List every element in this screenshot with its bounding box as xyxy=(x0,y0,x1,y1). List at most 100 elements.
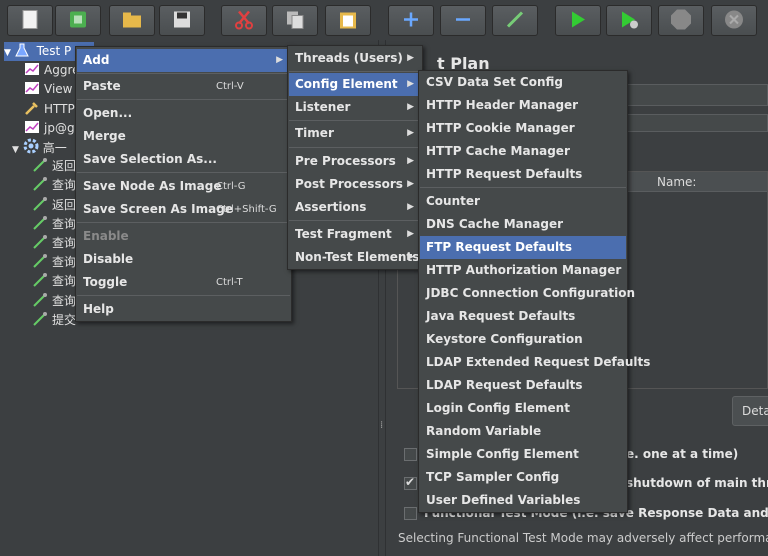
menu-item-label: Enable xyxy=(83,229,129,243)
divider-grip-icon[interactable]: ⁞ xyxy=(380,420,384,436)
teardown-label: shutdown of main threads xyxy=(626,476,768,490)
menu-item-random-variable[interactable]: Random Variable xyxy=(420,420,626,443)
tree-item[interactable]: 返回 xyxy=(32,196,76,215)
pipette-icon xyxy=(32,196,48,211)
menu-item-java-request-defaults[interactable]: Java Request Defaults xyxy=(420,305,626,328)
shortcut-label: Ctrl-V xyxy=(216,81,244,92)
menu-item-save-node-as-image[interactable]: Save Node As Image Ctrl-G xyxy=(77,175,290,198)
submenu-arrow-icon: ▶ xyxy=(407,202,414,212)
menu-separator xyxy=(77,172,290,173)
menu-item-listener[interactable]: Listener ▶ xyxy=(289,96,421,119)
tree-item[interactable]: ▼ 高一 xyxy=(12,138,67,157)
templates-button[interactable] xyxy=(55,5,101,36)
tree-item-label: 查询 xyxy=(52,216,77,231)
tree-item[interactable]: View xyxy=(24,80,72,99)
tree-item[interactable]: 查询 xyxy=(32,292,76,311)
expand-toggle-icon[interactable]: ▼ xyxy=(4,48,11,58)
tree-item[interactable]: 返回 xyxy=(32,157,76,176)
menu-item-http-authorization-manager[interactable]: HTTP Authorization Manager xyxy=(420,259,626,282)
open-button[interactable] xyxy=(109,5,155,36)
menu-item-simple-config-element[interactable]: Simple Config Element xyxy=(420,443,626,466)
menu-item-http-request-defaults[interactable]: HTTP Request Defaults xyxy=(420,163,626,186)
menu-item-keystore-configuration[interactable]: Keystore Configuration xyxy=(420,328,626,351)
menu-item-label: Save Node As Image xyxy=(83,179,222,193)
tree-item[interactable]: Aggre xyxy=(24,61,80,80)
menu-item-disable[interactable]: Disable xyxy=(77,248,290,271)
tree-item[interactable]: 查询 xyxy=(32,272,76,291)
save-button[interactable] xyxy=(159,5,205,36)
pipette-icon xyxy=(32,254,48,268)
stop-button[interactable] xyxy=(658,5,704,36)
menu-item-csv-data-set-config[interactable]: CSV Data Set Config xyxy=(420,71,626,94)
run-consecutively-label: e. one at a time) xyxy=(626,447,739,461)
menu-item-add[interactable]: Add ▶ xyxy=(77,49,290,72)
menu-item-toggle[interactable]: Toggle Ctrl-T xyxy=(77,271,290,294)
menu-item-dns-cache-manager[interactable]: DNS Cache Manager xyxy=(420,213,626,236)
tree-item[interactable]: jp@g xyxy=(24,119,75,138)
menu-item-http-cache-manager[interactable]: HTTP Cache Manager xyxy=(420,140,626,163)
menu-item-help[interactable]: Help xyxy=(77,298,290,321)
menu-item-config-element[interactable]: Config Element ▶ xyxy=(289,73,421,96)
menu-item-http-header-manager[interactable]: HTTP Header Manager xyxy=(420,94,626,117)
teardown-checkbox[interactable]: ✔ xyxy=(404,475,417,490)
menu-item-threads-users[interactable]: Threads (Users) ▶ xyxy=(289,47,421,70)
tree-item[interactable]: 查询 xyxy=(32,234,76,253)
menu-item-ldap-extended-request-defaults[interactable]: LDAP Extended Request Defaults xyxy=(420,351,650,374)
menu-item-open[interactable]: Open... xyxy=(77,102,290,125)
menu-item-post-processors[interactable]: Post Processors ▶ xyxy=(289,173,421,196)
menu-item-label: Paste xyxy=(83,79,121,93)
cut-button[interactable] xyxy=(221,5,267,36)
menu-item-login-config-element[interactable]: Login Config Element xyxy=(420,397,626,420)
menu-separator xyxy=(77,73,290,74)
run-consecutively-checkbox[interactable] xyxy=(404,448,417,461)
menu-item-label: Config Element xyxy=(295,77,398,91)
new-button[interactable] xyxy=(7,5,53,36)
menu-item-counter[interactable]: Counter xyxy=(420,190,626,213)
tree-item[interactable]: 查询 xyxy=(32,176,76,195)
menu-item-label: Post Processors xyxy=(295,177,403,191)
paste-button[interactable] xyxy=(325,5,371,36)
menu-item-merge[interactable]: Merge xyxy=(77,125,290,148)
menu-item-ldap-request-defaults[interactable]: LDAP Request Defaults xyxy=(420,374,626,397)
menu-item-timer[interactable]: Timer ▶ xyxy=(289,122,421,145)
tree-item[interactable]: 查询 xyxy=(32,253,76,272)
shutdown-button[interactable] xyxy=(711,5,757,36)
pipette-icon xyxy=(32,273,48,288)
menu-item-label: Merge xyxy=(83,129,126,143)
menu-item-jdbc-connection-configuration[interactable]: JDBC Connection Configuration xyxy=(420,282,635,305)
submenu-arrow-icon: ▶ xyxy=(407,252,414,262)
tree-item[interactable]: 提交 xyxy=(32,311,76,330)
toggle-icon xyxy=(505,9,525,32)
menu-item-ftp-request-defaults[interactable]: FTP Request Defaults xyxy=(420,236,626,259)
stop-icon xyxy=(670,8,692,33)
pipette-icon xyxy=(32,292,48,307)
start-button[interactable] xyxy=(555,5,601,36)
menu-item-http-cookie-manager[interactable]: HTTP Cookie Manager xyxy=(420,117,626,140)
detail-button[interactable]: Deta xyxy=(732,396,768,426)
collapse-button[interactable] xyxy=(440,5,486,36)
menu-item-assertions[interactable]: Assertions ▶ xyxy=(289,196,421,219)
expand-button[interactable] xyxy=(388,5,434,36)
tree-item[interactable]: HTTP xyxy=(24,100,75,119)
menu-item-test-fragment[interactable]: Test Fragment ▶ xyxy=(289,223,421,246)
menu-item-save-selection-as[interactable]: Save Selection As... xyxy=(77,148,290,171)
menu-item-pre-processors[interactable]: Pre Processors ▶ xyxy=(289,150,421,173)
menu-item-user-defined-variables[interactable]: User Defined Variables xyxy=(420,489,626,512)
config-element-submenu: CSV Data Set Config HTTP Header Manager HT… xyxy=(418,70,650,513)
checkmark-icon: ✔ xyxy=(405,475,416,489)
toggle-button[interactable] xyxy=(492,5,538,36)
menu-item-label: DNS Cache Manager xyxy=(426,217,564,231)
tree-item[interactable]: 查询 xyxy=(32,215,76,234)
menu-separator xyxy=(77,99,290,100)
copy-button[interactable] xyxy=(272,5,318,36)
menu-item-label: Assertions xyxy=(295,200,367,214)
flask-icon xyxy=(14,43,29,57)
menu-item-tcp-sampler-config[interactable]: TCP Sampler Config xyxy=(420,466,626,489)
menu-item-non-test-elements[interactable]: Non-Test Elements ▶ xyxy=(289,246,421,269)
menu-item-enable[interactable]: Enable xyxy=(77,225,290,248)
menu-item-paste[interactable]: Paste Ctrl-V xyxy=(77,75,290,98)
functional-mode-checkbox[interactable] xyxy=(404,507,417,520)
expand-toggle-icon[interactable]: ▼ xyxy=(12,145,19,155)
menu-item-save-screen-as-image[interactable]: Save Screen As Image Ctrl+Shift-G xyxy=(77,198,290,221)
start-no-pause-button[interactable] xyxy=(606,5,652,36)
